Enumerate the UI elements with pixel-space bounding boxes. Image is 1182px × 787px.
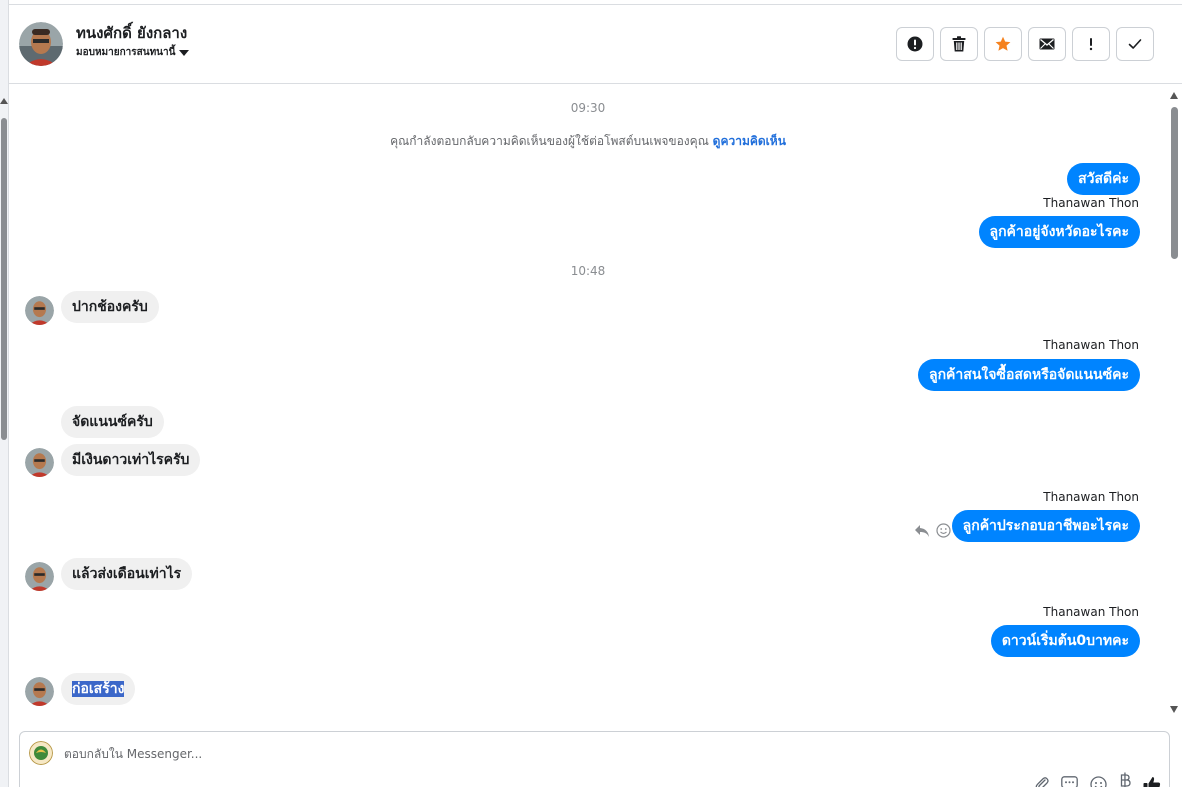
message-sender: Thanawan Thon	[1043, 605, 1139, 619]
message-bubble-in[interactable]: มีเงินดาวเท่าไรครับ	[61, 444, 201, 476]
envelope-icon	[1039, 38, 1055, 50]
baht-icon	[1120, 772, 1131, 787]
message-bubble-out[interactable]: ลูกค้าอยู่จังหวัดอะไรคะ	[978, 216, 1140, 248]
emoji-button[interactable]	[1090, 775, 1107, 787]
payment-button[interactable]	[1119, 772, 1131, 787]
message-bubble-in[interactable]: ปากช้องครับ	[61, 291, 159, 323]
contact-avatar[interactable]	[25, 296, 54, 325]
assign-conversation-dropdown[interactable]: มอบหมายการสนทนานี้	[76, 45, 190, 60]
message-thread[interactable]: 09:30 คุณกำลังตอบกลับความคิดเห็นของผู้ใช…	[9, 85, 1167, 725]
conversation-header: ทนงศักดิ์ ยังกลาง มอบหมายการสนทนานี้	[9, 4, 1182, 84]
message-bubble-out[interactable]: สวัสดีค่ะ	[1067, 163, 1140, 195]
contact-avatar[interactable]	[19, 22, 63, 66]
contact-avatar[interactable]	[25, 677, 54, 706]
exclamation-icon	[1089, 38, 1093, 51]
delete-button[interactable]	[940, 27, 978, 61]
emoji-react-icon[interactable]	[936, 523, 951, 538]
comment-reply-notice: คุณกำลังตอบกลับความคิดเห็นของผู้ใช้ต่อโพ…	[9, 132, 1167, 151]
thread-scrollbar-thumb[interactable]	[1171, 107, 1178, 259]
thread-scrollbar[interactable]	[1167, 85, 1182, 725]
left-scrollbar-thumb[interactable]	[1, 118, 7, 440]
star-icon	[995, 36, 1011, 51]
timestamp: 10:48	[570, 264, 606, 278]
message-bubble-out[interactable]: ลูกค้าประกอบอาชีพอะไรคะ	[951, 510, 1140, 542]
assign-conversation-label: มอบหมายการสนทนานี้	[76, 47, 176, 58]
message-sender: Thanawan Thon	[1043, 196, 1139, 210]
scroll-down-arrow-icon[interactable]	[1170, 706, 1178, 713]
conversation-actions	[896, 27, 1154, 61]
selected-text: ก่อเสร้าง	[72, 681, 125, 697]
scroll-up-arrow-icon[interactable]	[1170, 92, 1178, 99]
reply-composer	[19, 731, 1170, 787]
message-sender: Thanawan Thon	[1043, 490, 1139, 504]
message-bubble-in[interactable]: แล้วส่งเดือนเท่าไร	[61, 558, 193, 590]
composer-tools	[1035, 772, 1161, 787]
attach-button[interactable]	[1035, 776, 1049, 787]
check-icon	[1128, 39, 1142, 49]
contact-avatar[interactable]	[25, 448, 54, 477]
contact-name: ทนงศักดิ์ ยังกลาง	[76, 24, 188, 42]
smiley-icon	[1090, 775, 1107, 787]
mark-unread-button[interactable]	[1028, 27, 1066, 61]
paperclip-icon	[1035, 777, 1049, 787]
notice-text: คุณกำลังตอบกลับความคิดเห็นของผู้ใช้ต่อโพ…	[390, 134, 709, 148]
saved-replies-button[interactable]	[1061, 776, 1078, 787]
reply-icon[interactable]	[914, 524, 930, 538]
message-bubble-out[interactable]: ลูกค้าสนใจซื้อสดหรือจัดแนนซ์คะ	[918, 359, 1140, 391]
scroll-up-arrow-icon[interactable]	[0, 98, 8, 104]
like-button[interactable]	[1143, 776, 1161, 787]
view-comment-link[interactable]: ดูความคิดเห็น	[713, 134, 786, 148]
thumbs-up-icon	[1143, 776, 1161, 787]
spam-button[interactable]	[896, 27, 934, 61]
left-scrollbar[interactable]	[0, 0, 9, 787]
message-bubble-in[interactable]: ก่อเสร้าง	[61, 673, 136, 705]
message-bubble-in[interactable]: จัดแนนซ์ครับ	[61, 406, 164, 438]
contact-avatar[interactable]	[25, 562, 54, 591]
mark-done-button[interactable]	[1116, 27, 1154, 61]
message-hover-tools	[914, 523, 951, 538]
timestamp: 09:30	[570, 101, 606, 115]
alert-circle-icon	[907, 36, 923, 52]
star-button[interactable]	[984, 27, 1022, 61]
chat-bubble-icon	[1061, 776, 1078, 787]
message-bubble-out[interactable]: ดาวน์เริ่มต้น0บาทคะ	[990, 625, 1140, 657]
page-avatar	[29, 741, 53, 765]
follow-up-button[interactable]	[1072, 27, 1110, 61]
caret-down-icon	[179, 49, 190, 56]
trash-icon	[952, 36, 966, 52]
message-sender: Thanawan Thon	[1043, 338, 1139, 352]
reply-input[interactable]	[64, 744, 964, 764]
